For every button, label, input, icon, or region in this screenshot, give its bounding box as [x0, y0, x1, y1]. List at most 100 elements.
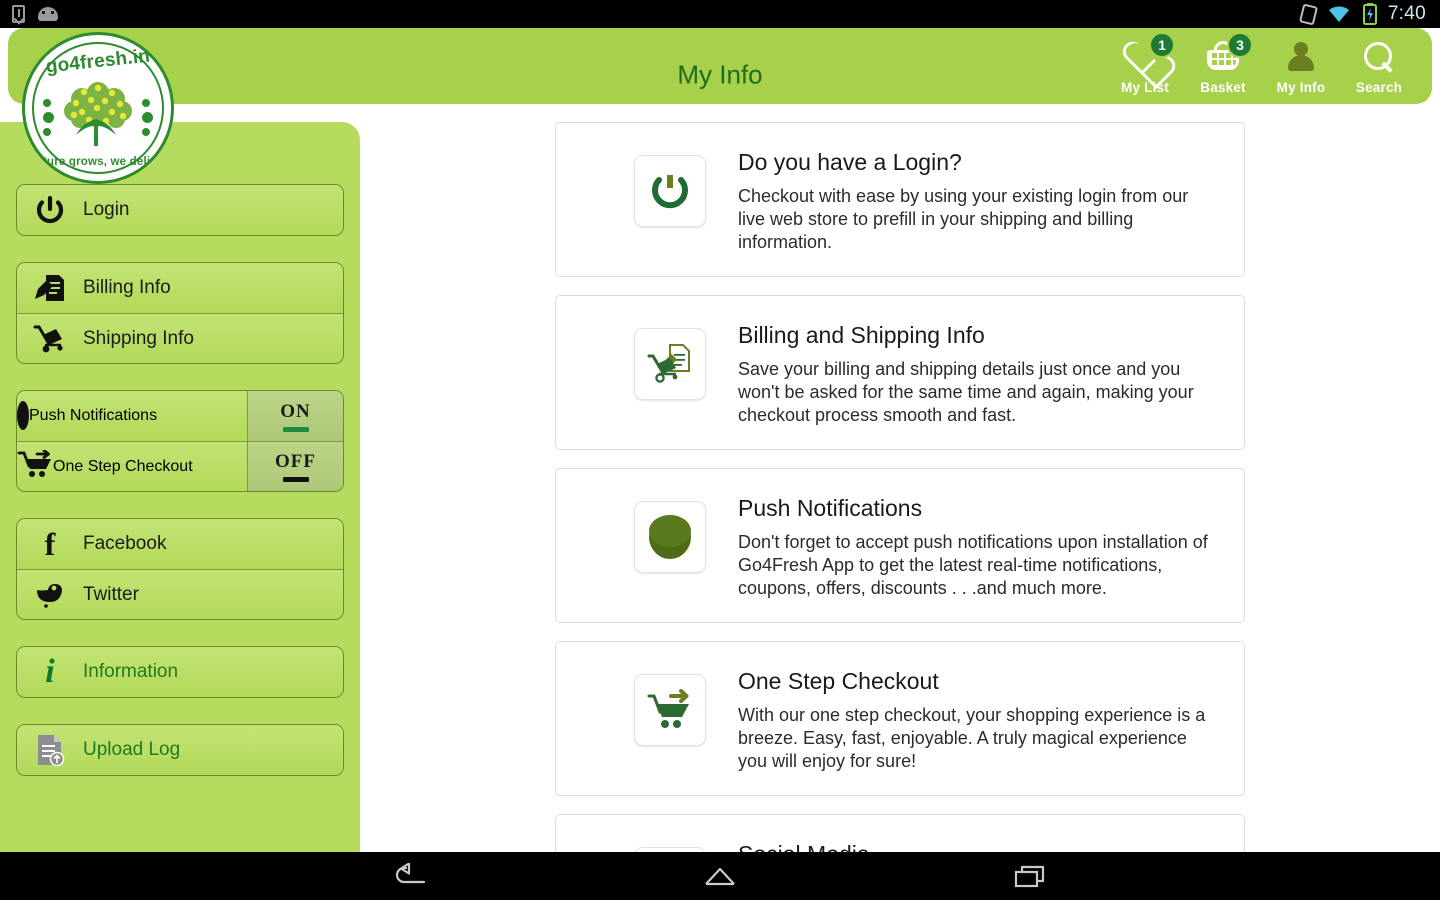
sidebar: Login Billing Info Shipping Info Push No…: [0, 122, 360, 852]
header-action-basket[interactable]: 3 Basket: [1184, 32, 1262, 95]
sidebar-group-info: Billing Info Shipping Info: [16, 262, 344, 364]
header-action-search[interactable]: Search: [1340, 34, 1418, 95]
push-notifications-left[interactable]: Push Notifications: [17, 391, 247, 441]
toggle-indicator-bar: [282, 477, 309, 482]
tree-icon: [64, 82, 132, 146]
sidebar-item-information[interactable]: i Information: [17, 647, 343, 697]
my-list-badge: 1: [1149, 32, 1175, 58]
cart-arrow-icon: [17, 449, 53, 483]
sidebar-item-upload-log[interactable]: Upload Log: [17, 725, 343, 775]
sidebar-group-account: Login: [16, 184, 344, 236]
push-notifications-toggle[interactable]: ON: [247, 391, 343, 441]
facebook-icon: f: [44, 526, 56, 562]
android-nav-bar: [0, 852, 1440, 900]
home-icon: [705, 867, 735, 886]
power-icon: [652, 175, 688, 209]
one-step-checkout-toggle[interactable]: OFF: [247, 442, 343, 491]
basket-icon-wrap: 3: [1184, 32, 1262, 80]
recents-button[interactable]: [1000, 856, 1060, 896]
card-body: Social Media: [738, 837, 1218, 852]
header-actions: 1 My List 3 Basket My Info Search: [1106, 32, 1418, 95]
sidebar-item-one-step-checkout[interactable]: One Step Checkout OFF: [17, 441, 343, 491]
card-title: Push Notifications: [738, 495, 923, 522]
android-icon: [38, 7, 58, 21]
info-icon: i: [45, 653, 55, 690]
toggle-state-label: OFF: [275, 451, 316, 472]
basket-badge: 3: [1227, 32, 1253, 58]
sidebar-item-label: Information: [83, 661, 179, 682]
sidebar-group-upload: Upload Log: [16, 724, 344, 776]
header-action-label: Basket: [1200, 80, 1246, 95]
sidebar-item-twitter[interactable]: Twitter: [17, 569, 343, 619]
card-title: One Step Checkout: [738, 668, 939, 695]
sidebar-item-login[interactable]: Login: [17, 185, 343, 235]
card-body: Billing and Shipping Info Save your bill…: [738, 318, 1218, 427]
header-action-my-info[interactable]: My Info: [1262, 34, 1340, 95]
search-icon: [1364, 42, 1394, 72]
logo-dots-right: [142, 99, 153, 136]
back-button[interactable]: [380, 856, 440, 896]
sidebar-group-settings: Push Notifications ON One Step Checkout …: [16, 390, 344, 492]
document-truck-icon-box: [634, 328, 706, 401]
card-body: Push Notifications Don't forget to accep…: [738, 491, 1218, 600]
card-title: Do you have a Login?: [738, 149, 962, 175]
person-icon-wrap: [1262, 34, 1340, 80]
info-card-billing-shipping[interactable]: Billing and Shipping Info Save your bill…: [555, 295, 1245, 451]
sidebar-item-billing-info[interactable]: Billing Info: [17, 263, 343, 313]
notification-dot-icon: [17, 401, 29, 430]
sidebar-item-label: Facebook: [83, 533, 167, 554]
card-body: One Step Checkout With our one step chec…: [738, 664, 1218, 773]
home-button[interactable]: [690, 856, 750, 896]
sidebar-item-push-notifications[interactable]: Push Notifications ON: [17, 391, 343, 441]
info-card-social-media[interactable]: Social Media: [555, 814, 1245, 852]
logo-disc: go4fresh.in Nature grows, we deliver: [22, 32, 174, 184]
vibrate-icon: [1298, 2, 1318, 26]
card-description: With our one step checkout, your shoppin…: [738, 705, 1206, 772]
toggle-indicator-bar: [282, 426, 309, 432]
wifi-icon: [1328, 6, 1349, 23]
info-card-push-notifications[interactable]: Push Notifications Don't forget to accep…: [555, 468, 1245, 624]
twitter-bird-icon: [17, 582, 83, 608]
header-action-my-list[interactable]: 1 My List: [1106, 32, 1184, 95]
info-card-login[interactable]: Do you have a Login? Checkout with ease …: [555, 122, 1245, 278]
status-bar-left: [0, 5, 58, 23]
sidebar-group-social: f Facebook Twitter: [16, 518, 344, 620]
sidebar-item-facebook[interactable]: f Facebook: [17, 519, 343, 569]
sidebar-group-information: i Information: [16, 646, 344, 698]
main-content: Do you have a Login? Checkout with ease …: [360, 104, 1440, 852]
card-description: Checkout with ease by using your existin…: [738, 186, 1189, 253]
card-title: Social Media: [738, 841, 1218, 852]
cart-arrow-icon-box: [634, 674, 706, 747]
card-description: Don't forget to accept push notification…: [738, 532, 1208, 599]
document-edit-icon: [17, 273, 83, 303]
search-icon-wrap: [1340, 34, 1418, 80]
sidebar-item-label: Push Notifications: [29, 407, 158, 424]
filled-circle-icon: [649, 515, 691, 560]
sidebar-item-label: Login: [83, 199, 130, 220]
logo-tagline: Nature grows, we deliver: [27, 156, 169, 168]
card-description: Save your billing and shipping details j…: [738, 359, 1194, 426]
android-status-bar: 7:40: [0, 0, 1440, 28]
brand-logo[interactable]: go4fresh.in Nature grows, we deliver: [22, 32, 174, 184]
my-list-icon-wrap: 1: [1106, 32, 1184, 80]
sidebar-item-shipping-info[interactable]: Shipping Info: [17, 313, 343, 363]
sidebar-item-label: Shipping Info: [83, 327, 194, 349]
back-arrow-icon: [395, 863, 426, 884]
one-step-checkout-left[interactable]: One Step Checkout: [17, 442, 247, 491]
document-truck-icon: [647, 344, 690, 383]
person-icon: [1288, 42, 1314, 72]
sidebar-item-label: Upload Log: [83, 739, 181, 760]
logo-dots-left: [43, 99, 54, 136]
header-action-label: Search: [1355, 80, 1403, 95]
power-icon-box: [634, 155, 706, 227]
sidebar-item-label: One Step Checkout: [53, 457, 193, 475]
info-card-one-step-checkout[interactable]: One Step Checkout With our one step chec…: [555, 641, 1245, 797]
status-bar-right: 7:40: [1298, 2, 1440, 26]
app-header: My Info 1 My List 3 Basket My Info Searc…: [8, 28, 1432, 104]
upload-document-icon: [17, 734, 83, 766]
power-icon: [17, 195, 83, 225]
filled-circle-icon-box: [634, 501, 706, 574]
hand-truck-icon: [17, 325, 83, 353]
header-action-label: My Info: [1276, 80, 1326, 95]
sidebar-item-label: Billing Info: [83, 277, 171, 298]
